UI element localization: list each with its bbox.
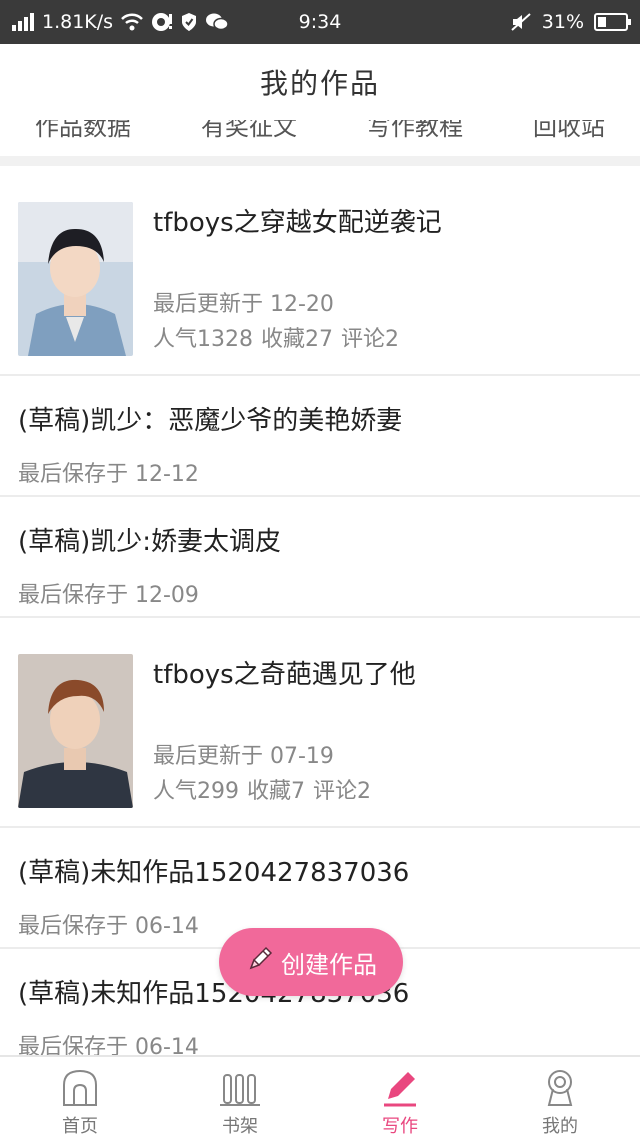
bottom-nav: 首页 书架 写作 我的 — [0, 1055, 640, 1138]
work-title: tfboys之奇葩遇见了他 — [153, 660, 416, 690]
work-stats: 人气299 收藏7 评论2 — [153, 773, 371, 805]
list-item[interactable]: (草稿)凯少：恶魔少爷的美艳娇妻 最后保存于 12-12 — [0, 376, 640, 497]
pencil-icon — [245, 944, 275, 980]
work-comments: 评论2 — [313, 779, 371, 804]
draft-saved: 最后保存于 12-09 — [18, 583, 199, 608]
work-updated: 最后更新于 07-19 — [153, 744, 334, 769]
status-bar: 1.81K/s 9:34 31% — [0, 0, 640, 44]
page-header: 我的作品 — [0, 44, 640, 120]
signal-icon — [12, 13, 34, 31]
work-favorites: 收藏7 — [247, 779, 305, 804]
mute-icon — [510, 12, 532, 32]
profile-icon — [540, 1065, 580, 1108]
page-title: 我的作品 — [259, 67, 380, 100]
list-item[interactable]: tfboys之穿越女配逆袭记 最后更新于 12-20 人气1328 收藏27 评论2 — [0, 166, 640, 376]
work-popularity: 人气1328 — [153, 327, 253, 352]
work-stats: 人气1328 收藏27 评论2 — [153, 321, 399, 353]
nav-profile-label: 我的 — [542, 1116, 578, 1137]
nav-home[interactable]: 首页 — [0, 1057, 160, 1138]
home-icon — [60, 1065, 100, 1108]
draft-saved: 最后保存于 12-12 — [18, 462, 199, 487]
work-favorites: 收藏27 — [261, 327, 333, 352]
list-item[interactable]: tfboys之奇葩遇见了他 最后更新于 07-19 人气299 收藏7 评论2 — [0, 618, 640, 828]
draft-saved: 最后保存于 06-14 — [18, 914, 199, 939]
section-divider — [0, 156, 640, 166]
tab-tutorial[interactable]: 写作教程 — [367, 120, 463, 142]
pencil-icon — [380, 1065, 420, 1108]
draft-title: (草稿)未知作品1520427837036 — [18, 858, 410, 888]
work-title: tfboys之穿越女配逆袭记 — [153, 208, 442, 238]
tab-strip: 作品数据 有奖征文 写作教程 回收站 — [0, 120, 640, 156]
wifi-icon — [121, 13, 143, 31]
cover-image — [18, 654, 133, 808]
shield-icon — [181, 12, 197, 32]
nav-write[interactable]: 写作 — [320, 1057, 480, 1138]
nav-home-label: 首页 — [62, 1116, 98, 1137]
nav-write-label: 写作 — [382, 1116, 418, 1137]
notification-icon — [151, 12, 173, 32]
create-work-label: 创建作品 — [281, 950, 377, 979]
work-comments: 评论2 — [341, 327, 399, 352]
cover-image — [18, 202, 133, 356]
list-item[interactable]: (草稿)凯少:娇妻太调皮 最后保存于 12-09 — [0, 497, 640, 618]
bookshelf-icon — [220, 1065, 260, 1108]
create-work-button[interactable]: 创建作品 — [219, 928, 403, 996]
app-screen: 1.81K/s 9:34 31% 我的作品 作品数据 有奖征文 写作教程 回收站… — [0, 0, 640, 1138]
work-updated: 最后更新于 12-20 — [153, 292, 334, 317]
tab-recycle-bin[interactable]: 回收站 — [533, 120, 605, 142]
battery-percent: 31% — [541, 11, 584, 33]
nav-profile[interactable]: 我的 — [480, 1057, 640, 1138]
tab-work-data[interactable]: 作品数据 — [35, 120, 131, 142]
work-popularity: 人气299 — [153, 779, 239, 804]
battery-icon — [594, 13, 631, 31]
tab-contest[interactable]: 有奖征文 — [201, 120, 297, 142]
draft-title: (草稿)凯少：恶魔少爷的美艳娇妻 — [18, 406, 403, 436]
nav-bookshelf-label: 书架 — [222, 1116, 258, 1137]
wechat-icon — [205, 12, 229, 32]
nav-bookshelf[interactable]: 书架 — [160, 1057, 320, 1138]
draft-title: (草稿)凯少:娇妻太调皮 — [18, 527, 282, 557]
network-speed: 1.81K/s — [42, 11, 114, 33]
